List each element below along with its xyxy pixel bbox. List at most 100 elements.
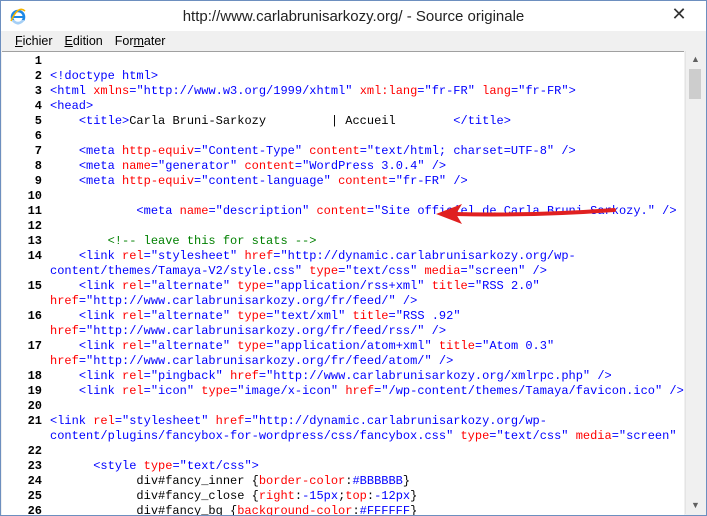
- code-token: />: [525, 264, 547, 278]
- code-token: content/themes/Tamaya-V2/style.css": [50, 264, 303, 278]
- source-line: 16 <link rel="alternate" type="text/xml"…: [28, 309, 684, 324]
- code-token: href: [244, 249, 274, 263]
- code-token: "http://www.w3.org/1999/xhtml": [136, 84, 353, 98]
- code-token: "http://www.carlabrunisarkozy.org/fr/fee…: [86, 324, 425, 338]
- code-token: http-equiv: [122, 144, 195, 158]
- code-token: "application/atom+xml": [273, 339, 432, 353]
- code-token: div#fancy_close {: [50, 489, 259, 503]
- code-token: type: [143, 459, 173, 473]
- code-token: rel: [122, 249, 144, 263]
- code-token: href: [345, 384, 375, 398]
- code-token: "stylesheet": [122, 414, 209, 428]
- code-token: href: [215, 414, 245, 428]
- code-token: type: [460, 429, 490, 443]
- code-token: <link: [78, 249, 123, 263]
- line-number: 19: [27, 384, 42, 398]
- code-token: "text/css": [179, 459, 252, 473]
- code-token: =: [359, 144, 367, 158]
- line-number: 24: [27, 474, 42, 488]
- code-token: />: [431, 354, 454, 368]
- code-token: =: [244, 414, 252, 428]
- code-token: />: [590, 369, 612, 383]
- code-token: top: [345, 489, 367, 503]
- code-token: />: [654, 204, 677, 218]
- code-token: "RSS 2.0": [474, 279, 540, 293]
- menu-edition[interactable]: Edition: [59, 34, 109, 48]
- window-title: http://www.carlabrunisarkozy.org/ - Sour…: [182, 8, 525, 25]
- code-token: =: [258, 369, 267, 383]
- source-editor[interactable]: 1 2 <!doctype html> 3 <html xmlns="http://ww…: [2, 51, 684, 515]
- source-code[interactable]: 1 2 <!doctype html> 3 <html xmlns="http://ww…: [28, 54, 684, 515]
- title-bar: http://www.carlabrunisarkozy.org/ - Sour…: [1, 1, 706, 31]
- line-number: 11: [27, 204, 42, 218]
- code-token: "generator": [158, 159, 238, 173]
- code-token: }: [402, 474, 411, 488]
- code-token: name: [179, 204, 209, 218]
- line-number: 8: [34, 159, 42, 173]
- code-token: title: [352, 309, 389, 323]
- code-token: "WordPress 3.0.4": [302, 159, 425, 173]
- menu-formater[interactable]: Formater: [109, 34, 172, 48]
- code-token: "Atom 0.3": [482, 339, 555, 353]
- code-token: media: [575, 429, 612, 443]
- menu-fichier[interactable]: Fichier: [9, 34, 59, 48]
- code-token: <meta: [78, 174, 123, 188]
- code-token: title: [431, 279, 468, 293]
- red-arrow-annotation: [436, 204, 616, 224]
- code-token: "http://dynamic.carlabrunisarkozy.org/wp…: [280, 249, 576, 263]
- code-token: "alternate": [150, 309, 231, 323]
- scroll-down-arrow-icon[interactable]: ▼: [686, 497, 705, 514]
- source-line: 20: [28, 399, 684, 414]
- source-line: 24 div#fancy_inner {border-color:#BBBBBB…: [28, 474, 684, 489]
- source-line: 26 div#fancy_bg {background-color:#FFFFF…: [28, 504, 684, 515]
- line-number: 21: [27, 414, 42, 428]
- code-token: #BBBBBB: [352, 474, 403, 488]
- source-line: content/themes/Tamaya-V2/style.css" type…: [50, 264, 684, 279]
- code-token: <!-- leave this for stats -->: [107, 234, 317, 248]
- code-token: :: [366, 489, 375, 503]
- code-token: =: [611, 429, 619, 443]
- vertical-scrollbar[interactable]: ▲ ▼: [685, 51, 705, 514]
- close-button[interactable]: ✕: [660, 3, 698, 25]
- source-line: href="http://www.carlabrunisarkozy.org/f…: [50, 294, 684, 309]
- code-token: =: [143, 369, 151, 383]
- code-token: rel: [122, 309, 144, 323]
- source-line: 3 <html xmlns = "http://www.w3.org/1999/xht…: [35, 84, 684, 99]
- code-token: }: [410, 489, 418, 503]
- line-number: 26: [27, 504, 42, 515]
- line-number: 15: [27, 279, 42, 293]
- code-token: content/plugins/fancybox-for-wordpress/c…: [50, 429, 454, 443]
- scrollbar-thumb[interactable]: [689, 69, 701, 99]
- code-token: />: [424, 324, 447, 338]
- code-token: name: [122, 159, 151, 173]
- code-token: <style: [93, 459, 144, 473]
- code-token: <html: [50, 84, 94, 98]
- source-line: 6: [35, 129, 684, 144]
- line-number: 18: [27, 369, 42, 383]
- code-token: =: [143, 384, 151, 398]
- source-line: 17 <link rel="alternate" type="applicati…: [28, 339, 684, 354]
- code-token: type: [309, 264, 339, 278]
- code-token: -15px: [302, 489, 339, 503]
- code-token: border-color: [258, 474, 346, 488]
- code-token: <link: [78, 339, 123, 353]
- code-token: div#fancy_bg {: [50, 504, 238, 515]
- code-token: "content-language": [201, 174, 331, 188]
- code-token: href: [50, 294, 79, 308]
- code-token: "http://www.carlabrunisarkozy.org/fr/fee…: [86, 354, 432, 368]
- code-token: "description": [215, 204, 310, 218]
- code-token: "alternate": [150, 279, 231, 293]
- line-number: 4: [34, 99, 42, 113]
- code-token: Carla Bruni-Sarkozy | Accueil: [129, 114, 454, 128]
- scroll-up-arrow-icon[interactable]: ▲: [686, 51, 705, 68]
- code-token: :: [352, 504, 360, 515]
- source-line: 18 <link rel="pingback" href="http://www…: [28, 369, 684, 384]
